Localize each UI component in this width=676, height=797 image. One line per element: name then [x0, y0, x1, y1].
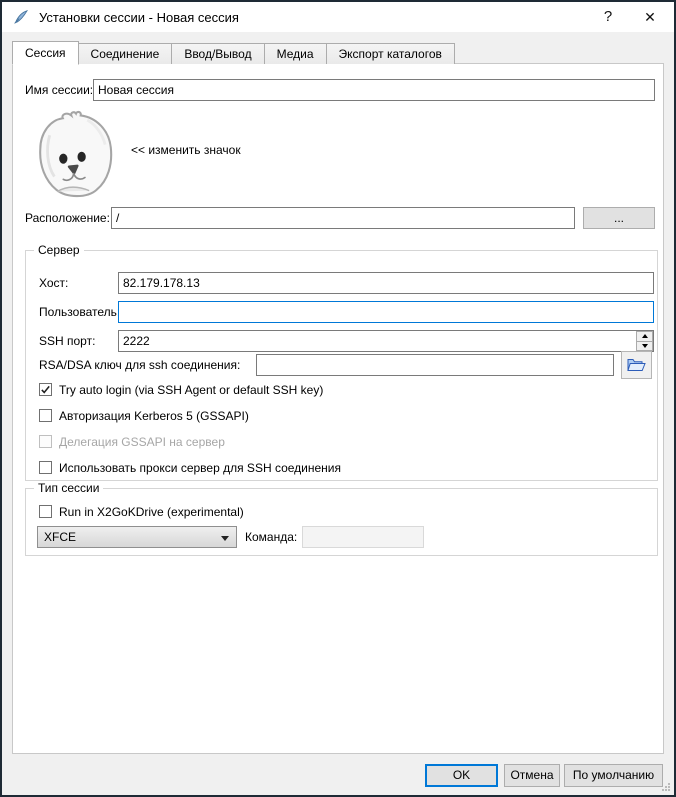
- host-input[interactable]: [118, 272, 654, 294]
- open-folder-icon: [627, 357, 646, 373]
- tab-media[interactable]: Медиа: [264, 43, 327, 64]
- user-input[interactable]: [118, 301, 654, 323]
- session-name-label: Имя сессии:: [25, 79, 93, 101]
- ok-button[interactable]: OK: [425, 764, 498, 787]
- session-type-groupbox: Тип сессии Run in X2GoKDrive (experiment…: [25, 488, 658, 556]
- desktop-type-combobox[interactable]: XFCE: [37, 526, 237, 548]
- session-tab-page: Имя сессии: << изменить значок Расположе…: [12, 63, 664, 754]
- ssh-key-browse-button[interactable]: [621, 351, 652, 379]
- ssh-port-input[interactable]: [118, 330, 654, 352]
- ssh-key-input[interactable]: [256, 354, 614, 376]
- host-label: Хост:: [39, 272, 68, 294]
- ssh-port-spinbox: [118, 330, 654, 352]
- checkbox-disabled-icon: [39, 435, 52, 448]
- checkbox-checked-icon: [39, 383, 52, 396]
- checkbox-unchecked-icon: [39, 409, 52, 422]
- ssh-key-label: RSA/DSA ключ для ssh соединения:: [39, 354, 240, 376]
- help-button[interactable]: ?: [590, 2, 626, 32]
- arrow-up-icon: [642, 334, 648, 338]
- spin-down-button[interactable]: [636, 342, 653, 352]
- auto-login-checkbox-row[interactable]: Try auto login (via SSH Agent or default…: [39, 382, 323, 397]
- kerberos-checkbox-row[interactable]: Авторизация Kerberos 5 (GSSAPI): [39, 408, 249, 423]
- window-title: Установки сессии - Новая сессия: [39, 10, 239, 25]
- command-input: [302, 526, 424, 548]
- change-icon-link[interactable]: << изменить значок: [131, 139, 241, 161]
- location-browse-button[interactable]: ...: [583, 207, 655, 229]
- tab-input-output[interactable]: Ввод/Вывод: [171, 43, 264, 64]
- resize-grip[interactable]: [661, 782, 671, 792]
- combo-dropdown-icon: [221, 536, 229, 541]
- session-type-legend: Тип сессии: [34, 481, 103, 495]
- ssh-proxy-checkbox-row[interactable]: Использовать прокси сервер для SSH соеди…: [39, 460, 341, 475]
- tab-connection[interactable]: Соединение: [78, 43, 173, 64]
- cancel-button[interactable]: Отмена: [504, 764, 560, 787]
- server-groupbox: Сервер Хост: Пользователь: SSH порт: RSA…: [25, 250, 658, 481]
- kdrive-label: Run in X2GoKDrive (experimental): [59, 505, 244, 519]
- ssh-port-spin-buttons: [636, 331, 653, 351]
- server-group-legend: Сервер: [34, 243, 84, 257]
- gssapi-delegation-checkbox-row: Делегация GSSAPI на сервер: [39, 434, 225, 449]
- titlebar: Установки сессии - Новая сессия ? ✕: [2, 2, 674, 32]
- user-label: Пользователь:: [39, 301, 120, 323]
- gssapi-delegation-label: Делегация GSSAPI на сервер: [59, 435, 225, 449]
- command-label: Команда:: [245, 526, 297, 548]
- feather-app-icon: [13, 9, 29, 25]
- session-preferences-dialog: Установки сессии - Новая сессия ? ✕ Сесс…: [0, 0, 676, 797]
- checkbox-unchecked-icon: [39, 505, 52, 518]
- spin-up-button[interactable]: [636, 331, 653, 342]
- auto-login-label: Try auto login (via SSH Agent or default…: [59, 383, 323, 397]
- desktop-type-value: XFCE: [44, 530, 76, 544]
- session-icon-seal[interactable]: [29, 107, 123, 201]
- ssh-port-label: SSH порт:: [39, 330, 95, 352]
- ssh-proxy-label: Использовать прокси сервер для SSH соеди…: [59, 461, 341, 475]
- kerberos-label: Авторизация Kerberos 5 (GSSAPI): [59, 409, 249, 423]
- session-name-input[interactable]: [93, 79, 655, 101]
- close-button[interactable]: ✕: [630, 2, 670, 32]
- defaults-button[interactable]: По умолчанию: [564, 764, 663, 787]
- location-label: Расположение:: [25, 207, 110, 229]
- tab-session[interactable]: Сессия: [12, 41, 79, 65]
- tab-bar: Сессия Соединение Ввод/Вывод Медиа Экспо…: [12, 40, 454, 64]
- tab-shared-folders[interactable]: Экспорт каталогов: [326, 43, 455, 64]
- checkbox-unchecked-icon: [39, 461, 52, 474]
- location-input[interactable]: [111, 207, 575, 229]
- kdrive-checkbox-row[interactable]: Run in X2GoKDrive (experimental): [39, 504, 244, 519]
- arrow-down-icon: [642, 344, 648, 348]
